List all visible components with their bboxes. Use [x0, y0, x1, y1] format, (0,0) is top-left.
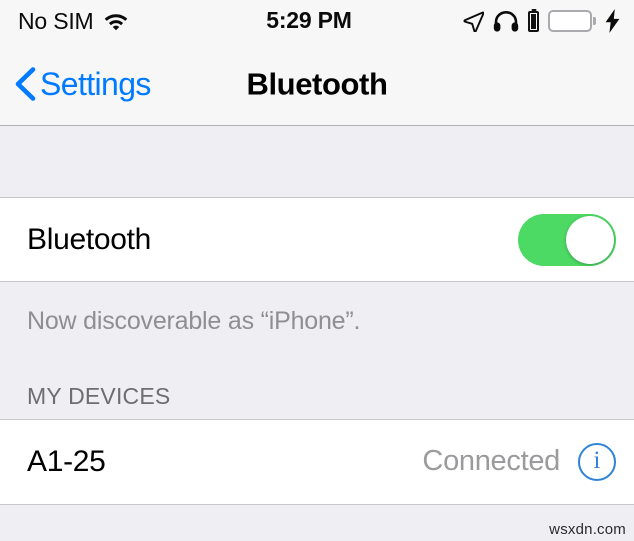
lightning-bolt-icon — [605, 9, 620, 33]
battery-icon — [548, 10, 596, 32]
status-bar-left: No SIM — [18, 7, 129, 34]
watermark-label: wsxdn.com — [549, 521, 626, 538]
device-row[interactable]: A1-25 Connected i — [0, 418, 634, 505]
iphone-screen: No SIM 5:29 PM Settings Bluetooth Blueto… — [0, 0, 634, 541]
navigation-bar: Settings Bluetooth — [0, 42, 634, 126]
device-status-label: Connected — [422, 445, 560, 477]
info-glyph: i — [593, 447, 601, 474]
carrier-label: No SIM — [18, 7, 94, 34]
headphones-icon — [493, 10, 519, 32]
battery-cap — [593, 17, 596, 25]
bluetooth-toggle-row[interactable]: Bluetooth — [0, 197, 634, 282]
info-circle-icon[interactable]: i — [578, 442, 616, 481]
device-row-right: Connected i — [422, 442, 616, 481]
status-bar-right — [463, 9, 620, 33]
top-spacer — [0, 126, 634, 197]
toggle-knob — [566, 215, 614, 264]
discoverable-footer-text: Now discoverable as “iPhone”. — [27, 307, 361, 335]
my-devices-section-header: MY DEVICES — [27, 382, 171, 409]
battery-body — [548, 10, 592, 32]
bluetooth-toggle-switch[interactable] — [518, 213, 616, 266]
status-bar: No SIM 5:29 PM — [0, 0, 634, 42]
wifi-icon — [103, 11, 129, 31]
accessory-battery-icon — [528, 10, 539, 32]
clock-label: 5:29 PM — [266, 7, 352, 33]
location-arrow-icon — [463, 11, 484, 32]
bluetooth-label: Bluetooth — [27, 222, 152, 256]
settings-content: Bluetooth Now discoverable as “iPhone”. … — [0, 126, 634, 541]
device-name-label: A1-25 — [27, 444, 106, 478]
page-title: Bluetooth — [246, 66, 388, 101]
